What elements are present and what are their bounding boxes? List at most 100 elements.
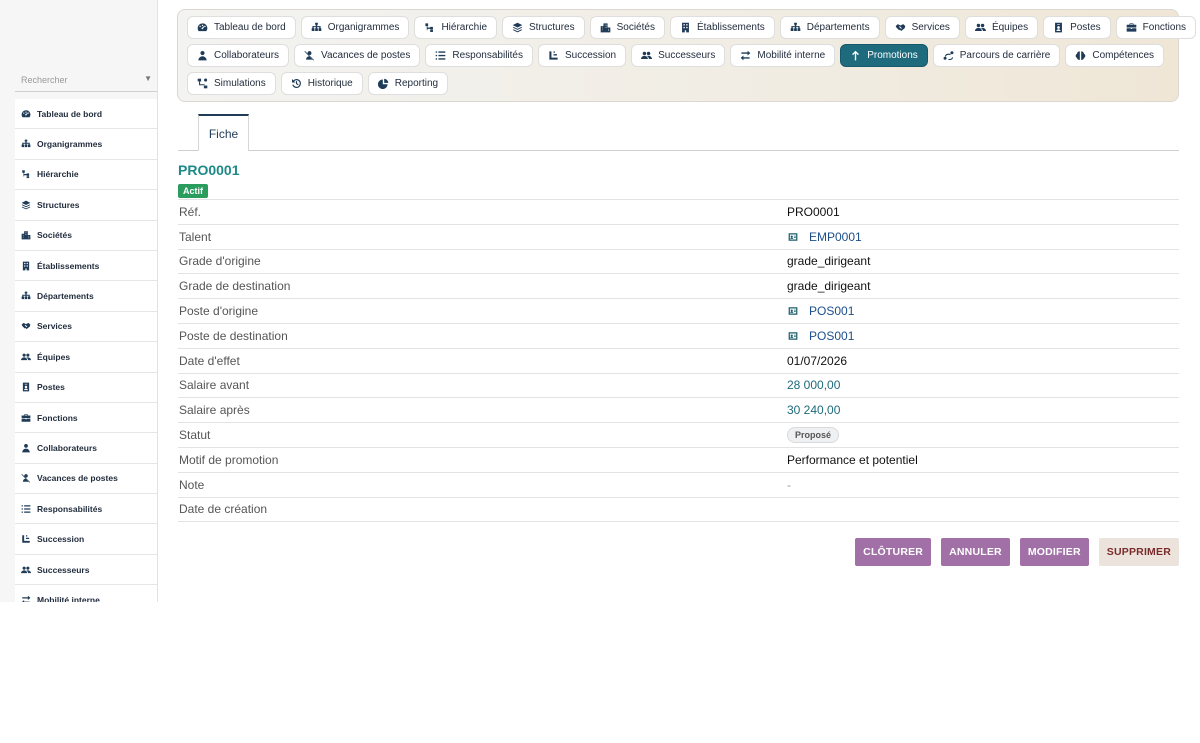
nav-chip-services[interactable]: Services <box>884 16 960 39</box>
sidebar-item-successeurs[interactable]: Successeurs <box>15 555 157 586</box>
nav-chip-label: Tableau de bord <box>214 22 286 33</box>
succession-icon <box>21 534 31 544</box>
nav-chip-label: Équipes <box>991 22 1029 33</box>
nav-chip-collaborateurs[interactable]: Collaborateurs <box>187 44 290 67</box>
field-value: Proposé <box>787 427 840 444</box>
sidebar-item-mobilite-interne[interactable]: Mobilité interne <box>15 585 157 602</box>
layers-icon <box>21 200 31 210</box>
nav-chip-equipes[interactable]: Équipes <box>964 16 1039 39</box>
nav-chip-organigrammes[interactable]: Organigrammes <box>300 16 410 39</box>
nav-chip-label: Hiérarchie <box>441 22 488 33</box>
nav-chip-fonctions[interactable]: Fonctions <box>1115 16 1197 39</box>
nav-chip-simulations[interactable]: Simulations <box>187 72 276 95</box>
field-label: Motif de promotion <box>179 452 279 467</box>
nav-chip-label: Sociétés <box>616 22 655 33</box>
nav-chip-competences[interactable]: Compétences <box>1065 44 1165 67</box>
field-label: Talent <box>179 229 212 244</box>
sidebar-item-services[interactable]: Services <box>15 312 157 343</box>
cloturer-button[interactable]: CLÔTURER <box>855 538 932 566</box>
field-value: EMP0001 <box>809 229 862 244</box>
users-icon <box>21 352 31 362</box>
arrows-icon <box>740 50 751 61</box>
nav-row-1: Tableau de bord Organigrammes Hiérarchie St… <box>187 16 1197 39</box>
sidebar-item-organigrammes[interactable]: Organigrammes <box>15 129 157 160</box>
field-label: Statut <box>179 428 211 443</box>
nav-chip-reporting[interactable]: Reporting <box>367 72 449 95</box>
sidebar-item-postes[interactable]: Postes <box>15 373 157 403</box>
record-tabs: Fiche <box>178 113 1179 151</box>
nav-chip-label: Établissements <box>696 22 765 33</box>
sidebar-item-vacances-de-postes[interactable]: Vacances de postes <box>15 464 157 495</box>
field-label: Salaire après <box>179 403 250 418</box>
sidebar-search-select[interactable]: Rechercher ▼ <box>15 68 157 92</box>
field-label: Date d'effet <box>179 353 240 368</box>
nav-chip-structures[interactable]: Structures <box>502 16 585 39</box>
nav-chip-vacances-de-postes[interactable]: Vacances de postes <box>294 44 421 67</box>
nav-chip-etablissements[interactable]: Établissements <box>669 16 775 39</box>
modifier-button[interactable]: MODIFIER <box>1019 538 1089 566</box>
sidebar-item-collaborateurs[interactable]: Collaborateurs <box>15 433 157 464</box>
field-value-link[interactable]: POS001 <box>787 329 854 343</box>
field-row-salaire-apres: Salaire après 30 240,00 <box>178 398 1179 424</box>
sitemap-icon <box>311 22 322 33</box>
nav-chip-departements[interactable]: Départements <box>779 16 880 39</box>
field-value-link[interactable]: EMP0001 <box>787 230 862 244</box>
nav-chip-hierarchie[interactable]: Hiérarchie <box>414 16 498 39</box>
nav-chip-historique[interactable]: Historique <box>280 72 363 95</box>
nav-chip-succession[interactable]: Succession <box>537 44 627 67</box>
field-label: Poste d'origine <box>179 304 259 319</box>
field-value: PRO0001 <box>787 204 840 219</box>
field-row-talent: Talent EMP0001 <box>178 225 1179 250</box>
supprimer-button[interactable]: SUPPRIMER <box>1098 538 1179 566</box>
field-value: 30 240,00 <box>787 403 841 418</box>
sidebar-item-tableau-de-bord[interactable]: Tableau de bord <box>15 99 157 130</box>
field-row-note: Note - <box>178 473 1179 498</box>
sidebar-item-hierarchie[interactable]: Hiérarchie <box>15 160 157 191</box>
nav-chip-successeurs[interactable]: Successeurs <box>631 44 726 67</box>
nav-chip-label: Départements <box>806 22 870 33</box>
nav-chip-label: Promotions <box>867 50 918 61</box>
field-value-link[interactable]: POS001 <box>787 304 854 318</box>
field-value: grade_dirigeant <box>787 254 871 269</box>
sidebar-item-etablissements[interactable]: Établissements <box>15 251 157 282</box>
sidebar-item-label: Organigrammes <box>37 139 103 150</box>
building-icon <box>680 22 691 33</box>
record-title: PRO0001 <box>178 162 240 178</box>
field-row-poste-de-destination: Poste de destination POS001 <box>178 324 1179 349</box>
field-value: grade_dirigeant <box>787 279 871 294</box>
field-label: Salaire avant <box>179 378 250 393</box>
dashboard-icon <box>21 109 31 119</box>
hierarchy-icon <box>21 169 31 179</box>
succession-icon <box>548 50 559 61</box>
city-icon <box>600 22 611 33</box>
sidebar-item-fonctions[interactable]: Fonctions <box>15 403 157 434</box>
sidebar-item-equipes[interactable]: Équipes <box>15 342 157 373</box>
city-icon <box>21 230 31 240</box>
nav-chip-mobilite-interne[interactable]: Mobilité interne <box>730 44 836 67</box>
handshake-icon <box>21 321 31 331</box>
nav-chip-parcours-de-carriere[interactable]: Parcours de carrière <box>932 44 1061 67</box>
nav-chip-societes[interactable]: Sociétés <box>589 16 665 39</box>
nav-chip-postes[interactable]: Postes <box>1043 16 1111 39</box>
hierarchy-icon <box>424 22 435 33</box>
sidebar-item-label: Fonctions <box>37 412 78 423</box>
nav-chip-promotions[interactable]: Promotions <box>840 44 928 67</box>
sidebar-item-label: Établissements <box>37 260 100 271</box>
nav-chip-label: Structures <box>529 22 575 33</box>
diagram-icon <box>197 78 208 89</box>
field-label: Réf. <box>179 204 202 219</box>
sidebar-item-departements[interactable]: Départements <box>15 281 157 312</box>
tab-fiche[interactable]: Fiche <box>198 114 249 151</box>
sidebar-item-societes[interactable]: Sociétés <box>15 221 157 251</box>
field-value: POS001 <box>809 328 855 343</box>
nav-chip-responsabilites[interactable]: Responsabilités <box>425 44 533 67</box>
sidebar-item-label: Sociétés <box>37 230 72 241</box>
sidebar-item-responsabilites[interactable]: Responsabilités <box>15 494 157 525</box>
field-value: - <box>787 477 791 492</box>
nav-chip-tableau-de-bord[interactable]: Tableau de bord <box>187 16 296 39</box>
sidebar-item-succession[interactable]: Succession <box>15 524 157 555</box>
status-pill: Proposé <box>787 427 840 444</box>
sidebar-item-structures[interactable]: Structures <box>15 190 157 221</box>
nav-chip-label: Responsabilités <box>452 50 523 61</box>
annuler-button[interactable]: ANNULER <box>941 538 1010 566</box>
